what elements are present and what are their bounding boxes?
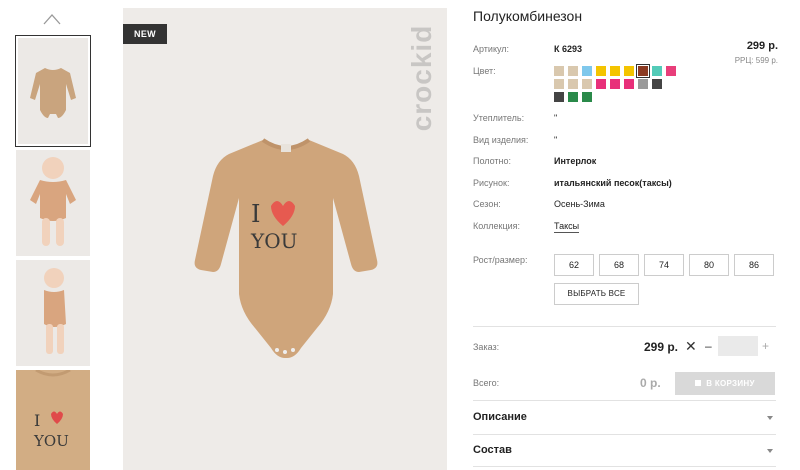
item-type-label: Вид изделия: [473, 135, 529, 145]
composition-accordion[interactable]: Состав [473, 438, 776, 462]
order-label: Заказ: [473, 342, 500, 352]
fabric-label: Полотно: [473, 156, 512, 166]
collection-label: Коллекция: [473, 221, 521, 231]
total-label: Всего: [473, 378, 500, 388]
decrease-quantity-button[interactable]: – [705, 339, 712, 353]
size-option-62[interactable]: 62 [554, 254, 594, 276]
fabric-value: Интерлок [554, 156, 597, 166]
insulation-label: Утеплитель: [473, 113, 525, 123]
color-swatch[interactable] [582, 92, 592, 102]
size-option-86[interactable]: 86 [734, 254, 774, 276]
cart-icon [695, 380, 702, 386]
color-swatch[interactable] [624, 79, 634, 89]
add-to-cart-button[interactable]: В КОРЗИНУ [675, 372, 775, 395]
color-swatch[interactable] [554, 79, 564, 89]
remove-order-button[interactable]: ✕ [685, 338, 697, 355]
chevron-down-icon [767, 449, 773, 453]
pattern-label: Рисунок: [473, 178, 510, 188]
divider [473, 466, 776, 467]
color-swatch[interactable] [610, 79, 620, 89]
add-to-cart-label: В КОРЗИНУ [706, 379, 755, 388]
product-main-image: NEW crockid I YOU [123, 8, 447, 470]
total-value: 0 р. [640, 376, 661, 390]
size-option-68[interactable]: 68 [599, 254, 639, 276]
print-word-you: YOU [250, 229, 297, 253]
order-price: 299 р. [644, 340, 679, 354]
color-swatch[interactable] [554, 66, 564, 76]
color-swatch[interactable] [652, 66, 662, 76]
item-type-value: " [554, 135, 558, 145]
brand-logo: crockid [406, 18, 437, 138]
thumbnail-baby-side[interactable] [16, 260, 90, 366]
pattern-value: итальянский песок(таксы) [554, 178, 672, 188]
size-label: Рост/размер: [473, 255, 528, 265]
bodysuit-illustration: I YOU [194, 138, 378, 358]
chevron-up-icon[interactable] [42, 12, 62, 26]
season-value: Осень-Зима [554, 199, 605, 209]
article-value: К 6293 [554, 44, 583, 54]
thumbnail-print-closeup[interactable]: I YOU [16, 370, 90, 470]
article-label: Артикул: [473, 44, 510, 54]
description-accordion-label: Описание [473, 411, 527, 423]
svg-text:I: I [34, 411, 40, 430]
color-swatch[interactable] [554, 92, 564, 102]
select-all-sizes-button[interactable]: ВЫБРАТЬ ВСЕ [554, 283, 639, 305]
print-letter-i: I [251, 200, 260, 228]
divider [473, 400, 776, 401]
product-title: Полукомбинезон [473, 8, 583, 24]
divider [473, 434, 776, 435]
increase-quantity-button[interactable]: + [762, 339, 769, 353]
color-swatch[interactable] [636, 64, 650, 78]
recommended-retail-price: РРЦ: 599 р. [734, 56, 778, 65]
color-swatch[interactable] [568, 79, 578, 89]
composition-accordion-label: Состав [473, 444, 512, 456]
collection-link[interactable]: Таксы [554, 221, 580, 233]
svg-text:YOU: YOU [33, 432, 69, 450]
size-option-74[interactable]: 74 [644, 254, 684, 276]
thumbnail-strip: I YOU [14, 0, 91, 470]
color-swatch[interactable] [596, 66, 606, 76]
color-label: Цвет: [473, 66, 496, 76]
thumbnail-bodysuit-front[interactable] [15, 35, 91, 147]
brand-logo-text: crockid [406, 24, 437, 132]
price: 299 р. [746, 40, 778, 52]
color-swatch[interactable] [596, 79, 606, 89]
color-swatch[interactable] [624, 66, 634, 76]
color-swatch[interactable] [610, 66, 620, 76]
description-accordion[interactable]: Описание [473, 405, 776, 429]
product-info-panel: Полукомбинезон Артикул: К 6293 299 р. РР… [473, 0, 778, 470]
color-swatch[interactable] [568, 92, 578, 102]
color-swatch[interactable] [652, 79, 662, 89]
color-swatch[interactable] [582, 66, 592, 76]
color-swatch[interactable] [666, 66, 676, 76]
thumbnail-baby-front[interactable] [16, 150, 90, 256]
new-badge: NEW [123, 24, 167, 44]
chevron-down-icon [767, 416, 773, 420]
size-option-80[interactable]: 80 [689, 254, 729, 276]
season-label: Сезон: [473, 199, 501, 209]
color-swatch[interactable] [568, 66, 578, 76]
insulation-value: " [554, 113, 558, 123]
quantity-input[interactable] [718, 336, 758, 356]
color-swatch[interactable] [582, 79, 592, 89]
color-swatch[interactable] [638, 79, 648, 89]
divider [473, 326, 776, 327]
